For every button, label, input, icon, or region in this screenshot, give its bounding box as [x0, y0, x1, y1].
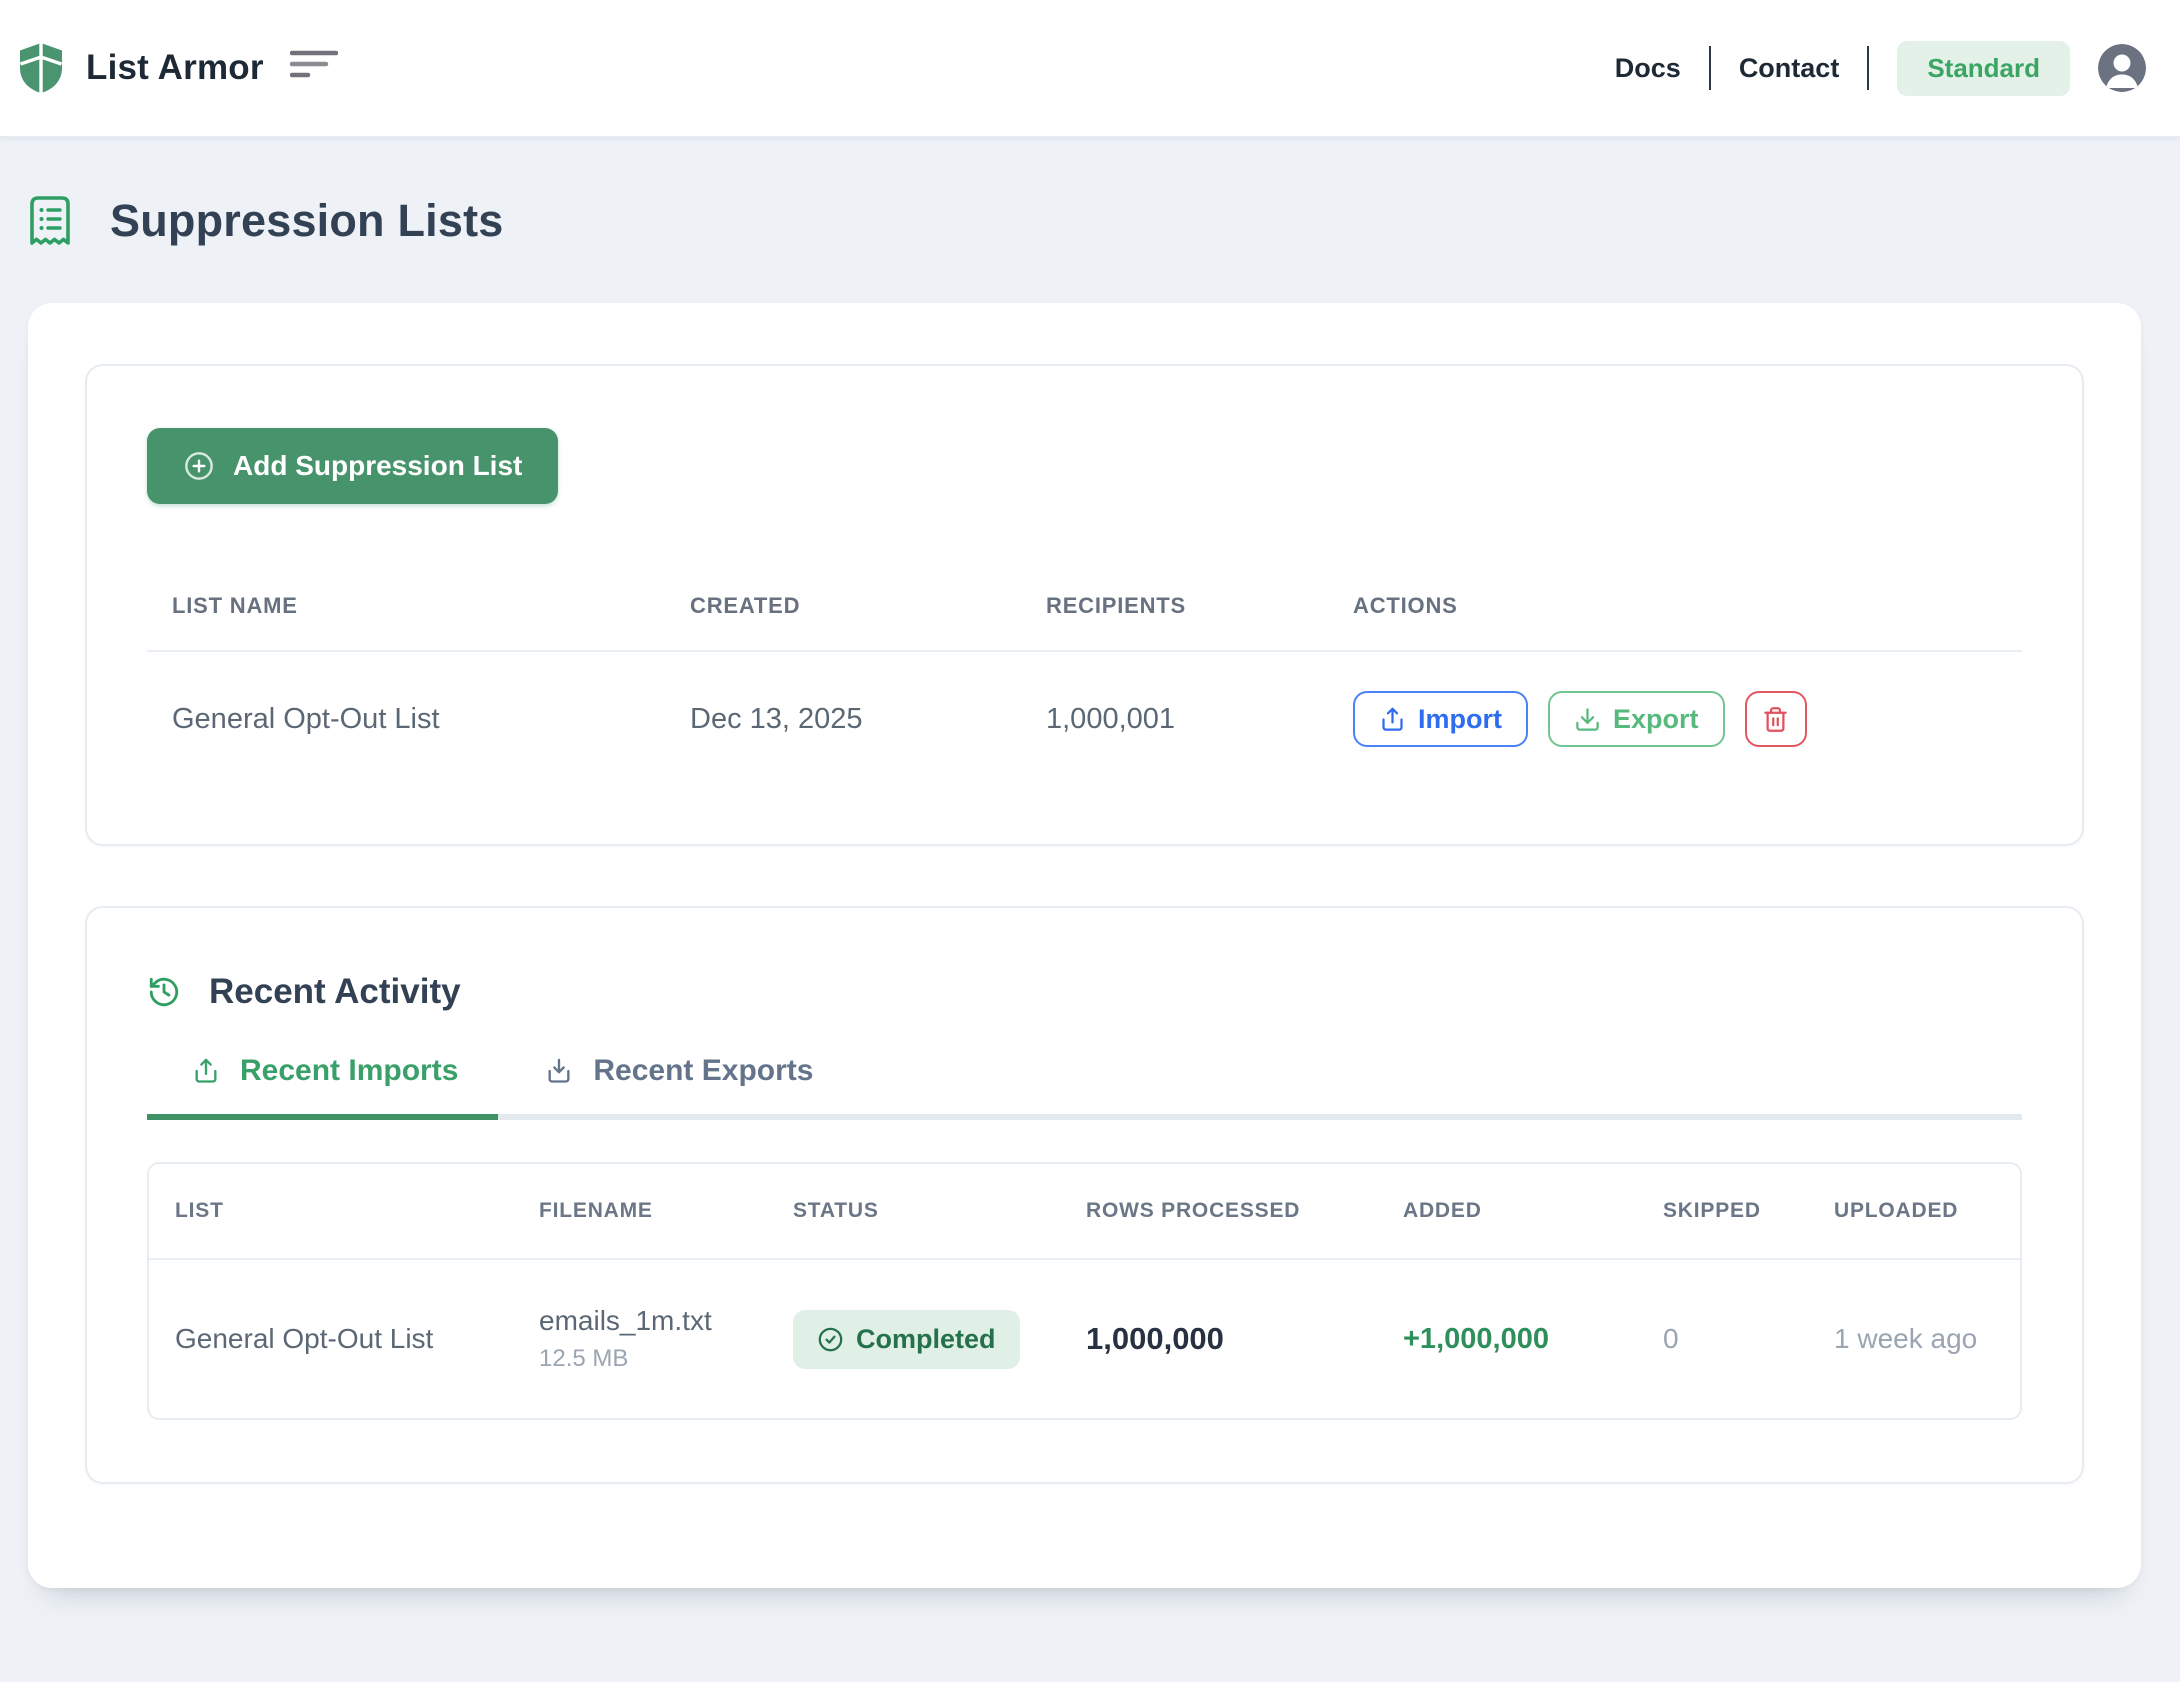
top-nav: List Armor Docs Contact Standard — [0, 0, 2180, 137]
download-icon — [1574, 706, 1601, 733]
activity-tabs: Recent Imports Recent Exports — [147, 1054, 2022, 1120]
table-row: General Opt-Out List Dec 13, 2025 1,000,… — [147, 652, 2022, 786]
skipped-cell: 0 — [1637, 1323, 1808, 1355]
nav-divider — [1709, 46, 1711, 90]
col-list-name: LIST NAME — [147, 593, 665, 619]
delete-button[interactable] — [1745, 691, 1807, 747]
content-card: Add Suppression List LIST NAME CREATED R… — [28, 303, 2141, 1588]
created-cell: Dec 13, 2025 — [665, 703, 1021, 736]
download-icon — [545, 1057, 573, 1085]
rows-processed-cell: 1,000,000 — [1060, 1321, 1377, 1357]
page-title-row: Suppression Lists — [28, 195, 2150, 247]
trash-icon — [1762, 706, 1789, 733]
upload-icon — [1379, 706, 1406, 733]
top-nav-links: Docs Contact Standard — [1615, 41, 2146, 96]
nav-contact-link[interactable]: Contact — [1739, 53, 1840, 84]
suppression-lists-card: Add Suppression List LIST NAME CREATED R… — [85, 364, 2084, 846]
recent-activity-heading: Recent Activity — [147, 972, 2022, 1012]
tab-recent-exports[interactable]: Recent Exports — [500, 1054, 853, 1120]
plan-badge: Standard — [1897, 41, 2070, 96]
col-rows-processed: ROWS PROCESSED — [1060, 1199, 1377, 1223]
suppression-lists-table: LIST NAME CREATED RECIPIENTS ACTIONS Gen… — [147, 562, 2022, 786]
user-avatar[interactable] — [2098, 44, 2146, 92]
table-row: General Opt-Out List emails_1m.txt 12.5 … — [149, 1260, 2020, 1418]
col-status: STATUS — [767, 1199, 1060, 1223]
main-content: Suppression Lists Add Suppression List L… — [0, 137, 2180, 1588]
add-suppression-list-button[interactable]: Add Suppression List — [147, 428, 558, 504]
page-title: Suppression Lists — [110, 195, 503, 247]
status-cell: Completed — [767, 1310, 1060, 1369]
col-added: ADDED — [1377, 1199, 1637, 1223]
status-badge: Completed — [793, 1310, 1020, 1369]
file-size: 12.5 MB — [539, 1345, 767, 1373]
user-avatar-icon — [2098, 44, 2146, 92]
nav-docs-link[interactable]: Docs — [1615, 53, 1681, 84]
col-skipped: SKIPPED — [1637, 1199, 1808, 1223]
tab-recent-imports-label: Recent Imports — [240, 1054, 458, 1088]
suppression-lists-icon — [28, 195, 72, 247]
plus-circle-icon — [183, 450, 215, 482]
file-name: emails_1m.txt — [539, 1305, 767, 1337]
uploaded-cell: 1 week ago — [1808, 1323, 2020, 1355]
export-button[interactable]: Export — [1548, 691, 1725, 747]
col-list: LIST — [149, 1199, 513, 1223]
tab-recent-imports[interactable]: Recent Imports — [147, 1054, 498, 1120]
col-actions: ACTIONS — [1328, 593, 2022, 619]
page: List Armor Docs Contact Standard — [0, 0, 2180, 1682]
import-label: Import — [1418, 704, 1502, 735]
history-icon — [147, 975, 181, 1009]
list-name-cell: General Opt-Out List — [147, 703, 665, 736]
tab-recent-exports-label: Recent Exports — [593, 1054, 813, 1088]
sort-lines-icon — [290, 49, 338, 81]
list-cell: General Opt-Out List — [149, 1323, 513, 1355]
recipients-cell: 1,000,001 — [1021, 703, 1328, 736]
col-uploaded: UPLOADED — [1808, 1199, 2020, 1223]
check-circle-icon — [817, 1326, 844, 1353]
col-recipients: RECIPIENTS — [1021, 593, 1328, 619]
table-header-row: LIST NAME CREATED RECIPIENTS ACTIONS — [147, 562, 2022, 652]
recent-activity-title: Recent Activity — [209, 972, 461, 1012]
col-filename: FILENAME — [513, 1199, 767, 1223]
export-label: Export — [1613, 704, 1699, 735]
filename-cell: emails_1m.txt 12.5 MB — [513, 1305, 767, 1373]
shield-logo-icon — [16, 41, 66, 95]
import-button[interactable]: Import — [1353, 691, 1528, 747]
col-created: CREATED — [665, 593, 1021, 619]
table-header-row: LIST FILENAME STATUS ROWS PROCESSED ADDE… — [149, 1164, 2020, 1260]
recent-activity-card: Recent Activity Recent Imports — [85, 906, 2084, 1484]
nav-divider — [1867, 46, 1869, 90]
add-suppression-list-label: Add Suppression List — [233, 450, 522, 482]
upload-icon — [192, 1057, 220, 1085]
brand-name: List Armor — [86, 48, 264, 88]
brand: List Armor — [16, 41, 338, 95]
added-cell: +1,000,000 — [1377, 1323, 1637, 1356]
recent-imports-table: LIST FILENAME STATUS ROWS PROCESSED ADDE… — [147, 1162, 2022, 1420]
status-label: Completed — [856, 1324, 996, 1355]
actions-cell: Import Export — [1328, 691, 2022, 747]
